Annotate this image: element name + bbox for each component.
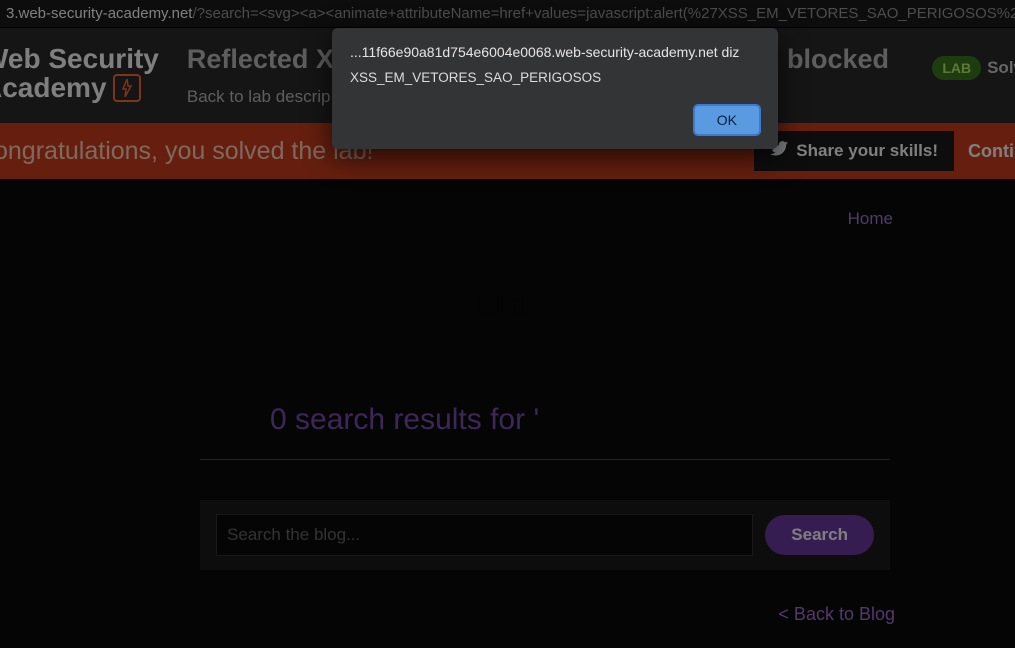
academy-logo: Web Security Academy xyxy=(0,44,159,103)
search-button[interactable]: Search xyxy=(765,515,874,555)
logo-bolt-icon xyxy=(113,74,141,102)
share-skills-label: Share your skills! xyxy=(796,141,938,161)
lab-pill: LAB xyxy=(932,56,981,80)
main-content: Home Click 0 search results for ' Search… xyxy=(0,179,1015,625)
dialog-origin: ...11f66e90a81d754e6004e0068.web-securit… xyxy=(350,44,760,60)
continue-link[interactable]: Contir xyxy=(968,141,1015,162)
dialog-message: XSS_EM_VETORES_SAO_PERIGOSOS xyxy=(350,70,760,85)
lab-title-right: blocked xyxy=(787,44,889,74)
logo-text-line2: Academy xyxy=(0,73,107,102)
back-to-blog-link[interactable]: < Back to Blog xyxy=(40,604,975,625)
dialog-ok-button[interactable]: OK xyxy=(694,105,760,135)
share-skills-button[interactable]: Share your skills! xyxy=(754,131,954,171)
search-results-heading: 0 search results for ' xyxy=(270,403,975,437)
home-link[interactable]: Home xyxy=(40,209,975,229)
javascript-alert-dialog: ...11f66e90a81d754e6004e0068.web-securit… xyxy=(332,28,778,149)
logo-text-line1: Web Security xyxy=(0,44,159,73)
divider xyxy=(200,459,890,460)
search-input[interactable] xyxy=(216,514,753,556)
address-bar[interactable]: 3.web-security-academy.net/?search=<svg>… xyxy=(0,0,1015,28)
lab-title-left: Reflected XS xyxy=(187,44,352,74)
lab-status-text: Solv xyxy=(987,58,1015,78)
address-path: /?search=<svg><a><animate+attributeName=… xyxy=(192,5,1015,22)
address-host: 3.web-security-academy.net xyxy=(6,5,192,22)
search-row: Search xyxy=(200,500,890,570)
lab-status: LAB Solv xyxy=(932,56,1015,80)
svg-click-text[interactable]: Click xyxy=(40,289,975,323)
banner-message: ongratulations, you solved the lab! xyxy=(0,137,373,166)
